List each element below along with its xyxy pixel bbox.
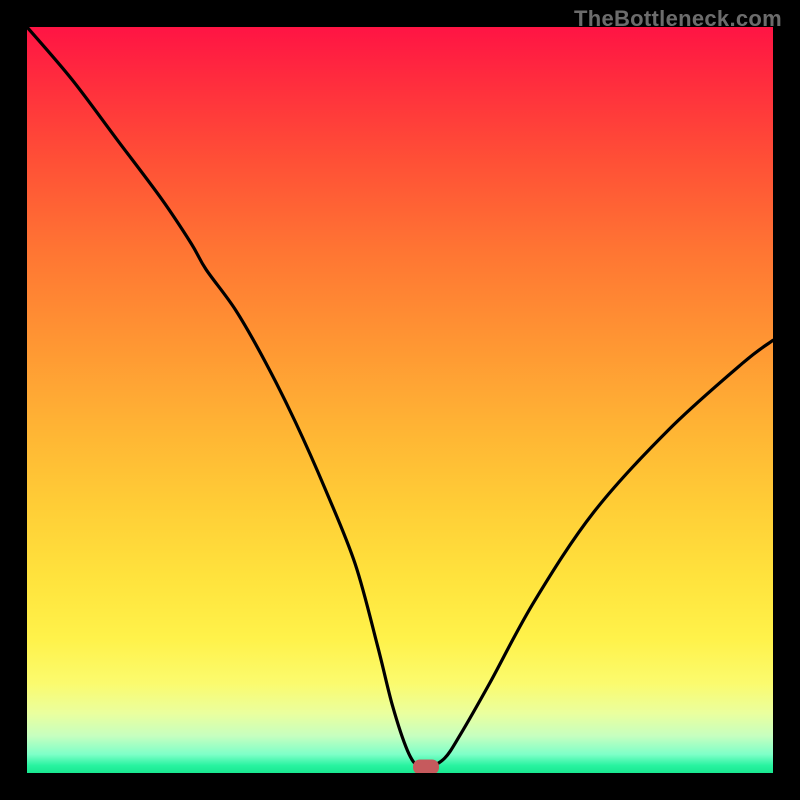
chart-frame: TheBottleneck.com [0, 0, 800, 800]
bottleneck-curve [27, 27, 773, 773]
optimum-marker [413, 760, 439, 773]
plot-area [27, 27, 773, 773]
watermark-label: TheBottleneck.com [574, 6, 782, 32]
